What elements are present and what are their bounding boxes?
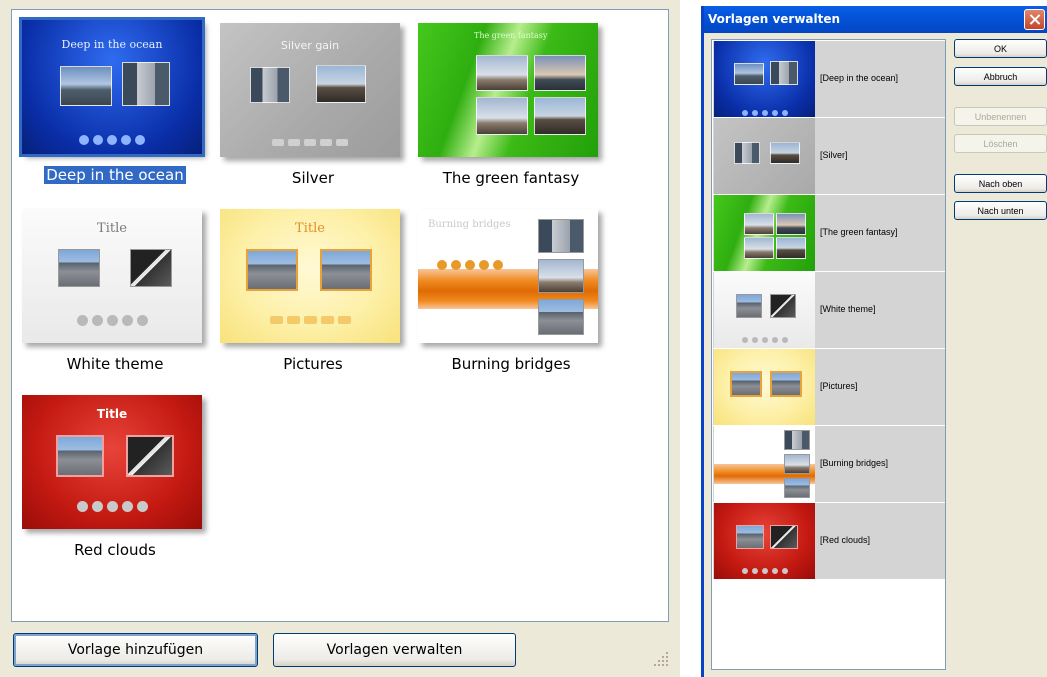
move-up-button[interactable]: Nach oben bbox=[954, 174, 1047, 193]
thumbnail-photo bbox=[60, 66, 112, 106]
move-down-button[interactable]: Nach unten bbox=[954, 201, 1047, 220]
template-gallery[interactable]: Deep in the ocean Deep in the ocean Silv… bbox=[11, 9, 669, 622]
list-item-label: [The green fantasy] bbox=[820, 227, 898, 237]
thumbnail-photo bbox=[538, 219, 584, 253]
template-label: Pictures bbox=[283, 355, 343, 373]
list-item[interactable]: [Silver] bbox=[713, 118, 945, 194]
template-panel: Deep in the ocean Deep in the ocean Silv… bbox=[0, 0, 680, 677]
manage-templates-button[interactable]: Vorlagen verwalten bbox=[273, 633, 516, 667]
thumbnail-photo bbox=[534, 97, 586, 135]
thumbnail-photo bbox=[538, 259, 584, 293]
template-label: White theme bbox=[66, 355, 164, 373]
thumbnail-photo bbox=[476, 97, 528, 135]
thumbnail-photo bbox=[538, 299, 584, 335]
dialog-titlebar[interactable]: Vorlagen verwalten bbox=[704, 6, 1047, 33]
list-item-thumbnail bbox=[714, 272, 815, 348]
list-item-thumbnail bbox=[714, 503, 815, 579]
template-thumbnail: Title bbox=[22, 395, 202, 529]
resize-grip-icon[interactable] bbox=[654, 650, 672, 668]
manage-templates-dialog: Vorlagen verwalten [Deep in the ocean] [… bbox=[701, 6, 1047, 677]
list-item-label: [Silver] bbox=[820, 150, 848, 160]
thumbnail-photo bbox=[320, 249, 372, 291]
thumbnail-title: Burning bridges bbox=[428, 219, 511, 230]
thumbnail-nav-buttons bbox=[220, 309, 400, 328]
cancel-button[interactable]: Abbruch bbox=[954, 67, 1047, 86]
dialog-title: Vorlagen verwalten bbox=[708, 12, 841, 26]
list-item-label: [Red clouds] bbox=[820, 535, 871, 545]
thumbnail-title: Title bbox=[295, 221, 325, 236]
template-thumbnail: Deep in the ocean bbox=[19, 17, 205, 157]
thumbnail-photo bbox=[122, 62, 170, 106]
template-thumbnail: Burning bridges bbox=[418, 209, 598, 343]
thumbnail-nav-buttons bbox=[22, 311, 202, 330]
list-item-label: [Deep in the ocean] bbox=[820, 73, 899, 83]
thumbnail-photo bbox=[250, 67, 290, 103]
template-label: Deep in the ocean bbox=[44, 166, 186, 184]
thumbnail-photo bbox=[476, 55, 528, 91]
template-label: The green fantasy bbox=[442, 169, 580, 187]
thumbnail-photo bbox=[126, 435, 174, 477]
template-thumbnail: Silver gain bbox=[220, 23, 400, 157]
list-item-thumbnail bbox=[714, 118, 815, 194]
list-item[interactable]: [White theme] bbox=[713, 272, 945, 348]
thumbnail-photo bbox=[316, 65, 366, 103]
list-item-label: [Pictures] bbox=[820, 381, 858, 391]
template-list[interactable]: [Deep in the ocean] [Silver] [The green … bbox=[711, 39, 946, 670]
template-thumbnail: Title bbox=[22, 209, 202, 343]
rename-button[interactable]: Unbenennen bbox=[954, 107, 1047, 126]
template-thumbnail: The green fantasy bbox=[418, 23, 598, 157]
thumbnail-photo bbox=[56, 435, 104, 477]
list-item[interactable]: [Deep in the ocean] bbox=[713, 41, 945, 117]
thumbnail-photo bbox=[534, 55, 586, 91]
thumbnail-nav-buttons bbox=[220, 131, 400, 150]
template-label: Silver bbox=[291, 169, 335, 187]
list-item[interactable]: [Red clouds] bbox=[713, 503, 945, 579]
thumbnail-photo bbox=[130, 249, 172, 287]
thumbnail-nav-buttons bbox=[22, 497, 202, 516]
list-item[interactable]: [The green fantasy] bbox=[713, 195, 945, 271]
thumbnail-title: Title bbox=[97, 221, 127, 236]
template-label: Burning bridges bbox=[451, 355, 571, 373]
template-thumbnail: Title bbox=[220, 209, 400, 343]
thumbnail-title: Deep in the ocean bbox=[61, 38, 163, 51]
close-icon[interactable] bbox=[1024, 9, 1045, 30]
list-item-thumbnail bbox=[714, 195, 815, 271]
list-item-thumbnail bbox=[714, 41, 815, 117]
list-item[interactable]: [Pictures] bbox=[713, 349, 945, 425]
thumbnail-nav-buttons bbox=[22, 130, 202, 149]
list-item-label: [White theme] bbox=[820, 304, 876, 314]
list-item-thumbnail bbox=[714, 426, 815, 502]
template-label: Red clouds bbox=[74, 541, 156, 559]
thumbnail-title: Title bbox=[96, 407, 128, 421]
thumbnail-photo bbox=[58, 249, 100, 287]
thumbnail-title: Silver gain bbox=[280, 39, 340, 52]
thumbnail-title: The green fantasy bbox=[474, 31, 548, 40]
ok-button[interactable]: OK bbox=[954, 39, 1047, 58]
thumbnail-photo bbox=[246, 249, 298, 291]
list-item-label: [Burning bridges] bbox=[820, 458, 889, 468]
list-item[interactable]: [Burning bridges] bbox=[713, 426, 945, 502]
add-template-button[interactable]: Vorlage hinzufügen bbox=[13, 633, 258, 667]
delete-button[interactable]: Löschen bbox=[954, 134, 1047, 153]
list-item-thumbnail bbox=[714, 349, 815, 425]
